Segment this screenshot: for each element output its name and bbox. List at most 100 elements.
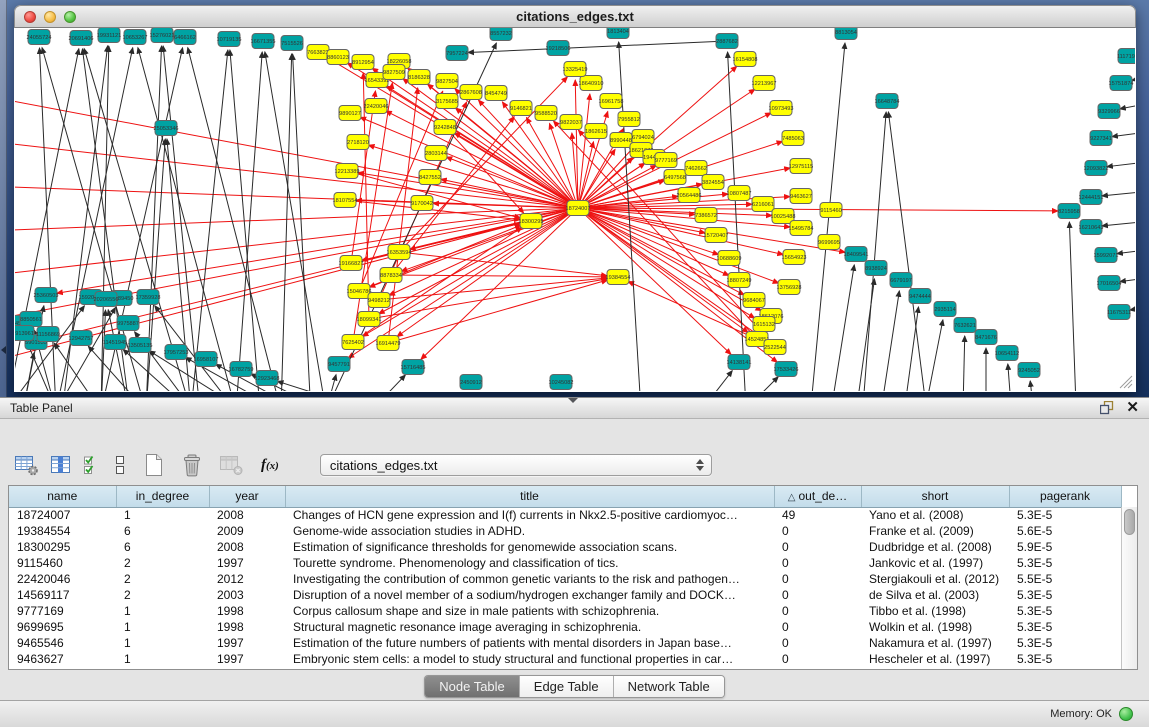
graph-node[interactable]: 9245052 — [1018, 363, 1040, 378]
graph-edge[interactable] — [15, 208, 578, 363]
graph-node[interactable]: 8878334 — [380, 268, 402, 283]
table-row[interactable]: 946554611997Estimation of the future num… — [9, 635, 1121, 651]
column-header-name[interactable]: name — [9, 486, 116, 507]
graph-node[interactable]: 1862615 — [585, 124, 607, 139]
graph-node[interactable]: 24055724 — [27, 30, 52, 45]
table-settings-button[interactable] — [14, 454, 39, 476]
graph-node[interactable]: 16958107 — [194, 352, 219, 367]
column-header-year[interactable]: year — [209, 486, 285, 507]
graph-node[interactable]: 7632621 — [954, 318, 976, 333]
graph-node[interactable]: 18409541 — [844, 247, 869, 262]
graph-node[interactable]: 9777169 — [655, 153, 677, 168]
graph-node[interactable]: 11171955 — [1117, 49, 1135, 64]
graph-node[interactable]: 10245082 — [549, 375, 574, 390]
graph-node[interactable]: 9457791 — [328, 357, 350, 372]
graph-node[interactable]: 9474444 — [909, 289, 931, 304]
graph-edge[interactable] — [391, 275, 607, 277]
graph-edge[interactable] — [369, 279, 607, 319]
graph-edge[interactable] — [15, 208, 578, 276]
graph-edge[interactable] — [1030, 381, 1033, 391]
graph-node[interactable]: 7485063 — [782, 131, 804, 146]
graph-node[interactable]: 3175685 — [436, 94, 458, 109]
table-row[interactable]: 1830029562008Estimation of significance … — [9, 539, 1121, 555]
graph-edge[interactable] — [389, 208, 578, 295]
tab-network-table[interactable]: Network Table — [614, 676, 724, 697]
graph-node[interactable]: 15716485 — [401, 360, 426, 375]
graph-edge[interactable] — [1107, 159, 1135, 167]
column-header-in_degree[interactable]: in_degree — [116, 486, 209, 507]
graph-node[interactable]: 18099341 — [357, 312, 382, 327]
column-header-short[interactable]: short — [861, 486, 1009, 507]
column-visibility-button[interactable] — [50, 454, 72, 476]
graph-node[interactable]: 9227341 — [1090, 131, 1112, 146]
graph-node[interactable]: 6679197 — [890, 273, 912, 288]
graph-node[interactable]: 9975887 — [117, 316, 139, 331]
graph-edge[interactable] — [701, 371, 732, 391]
graph-node[interactable]: 16671355 — [251, 34, 276, 49]
graph-node[interactable]: 15992071 — [1094, 248, 1119, 263]
graph-node[interactable]: 14138141 — [727, 355, 752, 370]
graph-node[interactable]: 18807249 — [727, 273, 752, 288]
table-selector-dropdown[interactable]: citations_edges.txt — [320, 454, 712, 476]
graph-node[interactable]: 8471676 — [975, 330, 997, 345]
graph-edge[interactable] — [1069, 222, 1076, 391]
table-row[interactable]: 1872400712008Changes of HCN gene express… — [9, 507, 1121, 523]
scrollbar-thumb[interactable] — [1124, 509, 1135, 535]
table-row[interactable]: 977716911998Corpus callosum shape and si… — [9, 603, 1121, 619]
graph-node[interactable]: 11451945 — [103, 335, 127, 350]
graph-node[interactable]: 9498212 — [368, 293, 390, 308]
graph-edge[interactable] — [926, 320, 943, 391]
graph-edge[interactable] — [1117, 247, 1135, 254]
graph-node[interactable]: 7957224 — [446, 46, 468, 61]
graph-node[interactable]: 8813054 — [835, 28, 857, 40]
graph-node[interactable]: 20564486 — [677, 188, 702, 203]
left-panel-collapse-strip[interactable] — [0, 0, 7, 397]
column-header-title[interactable]: title — [285, 486, 774, 507]
graph-edge[interactable] — [401, 208, 578, 271]
close-panel-icon[interactable]: ✕ — [1126, 400, 1139, 416]
graph-node[interactable]: 10807487 — [727, 186, 752, 201]
graph-node[interactable]: 12213967 — [752, 76, 777, 91]
graph-node[interactable]: 6466162 — [174, 30, 196, 45]
graph-node[interactable]: 15720407 — [704, 228, 729, 243]
graph-node[interactable]: 8215958 — [1058, 204, 1080, 219]
graph-node[interactable]: 2867608 — [460, 85, 482, 100]
graph-node[interactable]: 9684067 — [743, 293, 765, 308]
graph-edge[interactable] — [963, 336, 965, 391]
graph-node[interactable]: 25360503 — [34, 288, 59, 303]
graph-node[interactable]: 25053346 — [154, 121, 179, 136]
delete-table-button[interactable] — [219, 454, 244, 476]
table-row[interactable]: 969969511998Structural magnetic resonanc… — [9, 619, 1121, 635]
graph-node[interactable]: 15276021 — [150, 28, 175, 43]
graph-node[interactable]: 16210643 — [1079, 220, 1104, 235]
graph-edge[interactable] — [1102, 219, 1135, 226]
graph-edge[interactable] — [15, 208, 578, 231]
graph-edge[interactable] — [293, 54, 311, 391]
graph-node[interactable]: 11675311 — [1107, 305, 1131, 320]
graph-node[interactable]: 10973493 — [769, 101, 794, 116]
table-scrollbar[interactable] — [1121, 507, 1137, 669]
graph-node[interactable]: 15751874 — [1109, 76, 1134, 91]
graph-node[interactable]: 17533426 — [774, 362, 799, 377]
graph-node[interactable]: 9329966 — [1098, 104, 1120, 119]
graph-edge[interactable] — [445, 127, 524, 213]
graph-node[interactable]: 17359928 — [136, 290, 161, 305]
graph-node[interactable]: 16648784 — [875, 94, 900, 109]
graph-edge[interactable] — [163, 46, 201, 391]
graph-node[interactable]: 12213389 — [335, 164, 360, 179]
graph-node[interactable]: 8427552 — [419, 170, 441, 185]
graph-node[interactable]: 10653267 — [123, 30, 148, 45]
graph-node[interactable]: 3913961 — [15, 326, 34, 341]
graph-node[interactable]: 9890127 — [339, 106, 361, 121]
graph-node[interactable]: 9170042 — [411, 196, 433, 211]
graph-edge[interactable] — [1120, 275, 1135, 282]
graph-node[interactable]: 9146821 — [510, 101, 532, 116]
graph-node[interactable]: 16961758 — [599, 94, 624, 109]
network-view-window[interactable]: citations_edges.txt 24055724206914061993… — [14, 5, 1136, 392]
network-window-titlebar[interactable]: citations_edges.txt — [14, 5, 1136, 28]
graph-edge[interactable] — [1008, 364, 1011, 391]
collapse-arrow-icon[interactable] — [1, 346, 6, 354]
graph-node[interactable]: 8850561 — [20, 312, 42, 327]
graph-node[interactable]: 7625402 — [342, 335, 364, 350]
network-canvas[interactable]: 2405572420691406199311211065326715276021… — [15, 28, 1135, 391]
